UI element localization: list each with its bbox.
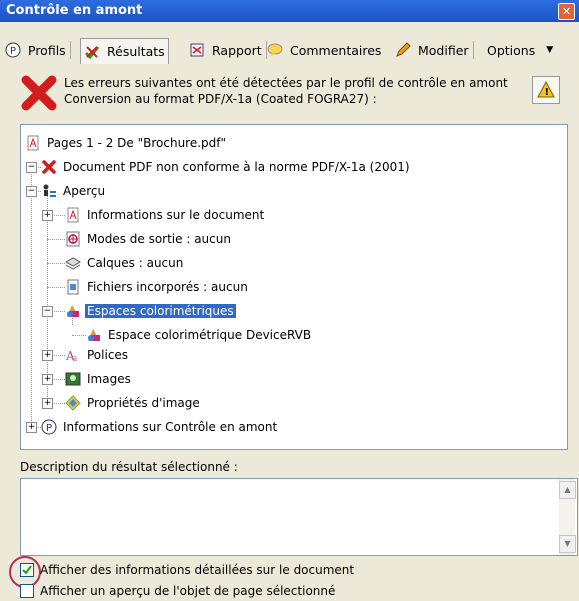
tab-label: Commentaires (290, 42, 382, 58)
tree-node-nonconform[interactable]: Document PDF non conforme à la norme PDF… (41, 158, 412, 176)
tree-node-output-modes[interactable]: Modes de sortie : aucun (65, 230, 233, 248)
scroll-down-button[interactable]: ▼ (559, 535, 576, 553)
layers-icon (65, 257, 81, 270)
profile-icon: P (5, 42, 21, 58)
image-icon (65, 372, 81, 386)
description-label: Description du résultat sélectionné : (20, 460, 238, 474)
scroll-up-button[interactable]: ▲ (559, 481, 576, 499)
tab-resultats[interactable]: Résultats (80, 38, 169, 64)
expand-toggle[interactable]: + (26, 422, 37, 433)
checkbox-label: Afficher des informations détaillées sur… (40, 563, 355, 577)
collapse-toggle[interactable]: − (42, 306, 53, 317)
diamond-icon (65, 395, 81, 411)
close-button[interactable]: ✕ (558, 3, 575, 20)
results-tree[interactable]: − − + − + + + + Pages 1 - 2 De "Brochure… (20, 124, 568, 450)
expand-toggle[interactable]: + (42, 210, 53, 221)
colorspace-icon (67, 305, 79, 317)
tab-rapport[interactable]: Rapport (186, 38, 267, 62)
svg-text:P: P (10, 46, 16, 57)
collapse-toggle[interactable]: − (26, 186, 37, 197)
expand-toggle[interactable]: + (42, 398, 53, 409)
pencil-icon (396, 42, 411, 57)
tree-node-image-properties[interactable]: Propriétés d'image (65, 394, 202, 412)
tab-label: Options (487, 42, 536, 58)
warning-button[interactable]: ! (532, 76, 560, 104)
output-icon (66, 231, 80, 247)
tab-profils[interactable]: P Profils (2, 38, 71, 62)
profile-icon: P (41, 419, 57, 435)
tab-options[interactable]: Options ▼ (484, 38, 556, 62)
warning-icon: ! (537, 81, 555, 98)
chevron-down-icon: ▼ (546, 45, 554, 55)
tree-node-pages[interactable]: Pages 1 - 2 De "Brochure.pdf" (25, 134, 228, 152)
tree-node-preflight-info[interactable]: P Informations sur Contrôle en amont (41, 418, 279, 436)
tab-label: Résultats (107, 44, 165, 59)
tree-node-document-info[interactable]: Informations sur le document (65, 206, 266, 224)
error-message: Les erreurs suivantes ont été détectées … (20, 70, 560, 114)
tab-label: Modifier (418, 42, 469, 58)
tree-node-devicergb[interactable]: Espace colorimétrique DeviceRVB (86, 326, 313, 344)
check-icon (22, 565, 32, 575)
error-x-icon (21, 75, 57, 111)
expand-toggle[interactable]: + (42, 374, 53, 385)
svg-text:a: a (72, 354, 78, 363)
tab-bar: P Profils Résultats Rapport Commentaires… (2, 38, 577, 64)
message-line-2: Conversion au format PDF/X-1a (Coated FO… (64, 92, 377, 106)
tree-node-apercu[interactable]: Aperçu (41, 182, 107, 200)
tree-node-embedded-files[interactable]: Fichiers incorporés : aucun (65, 278, 250, 296)
comments-icon (267, 43, 283, 57)
tree-node-colorspaces[interactable]: Espaces colorimétriques (65, 302, 236, 320)
report-icon (190, 43, 204, 57)
tab-label: Rapport (212, 42, 262, 58)
colorspace-icon (88, 329, 100, 341)
collapse-toggle[interactable]: − (26, 162, 37, 173)
font-icon: Aa (65, 349, 78, 363)
tree-node-layers[interactable]: Calques : aucun (65, 254, 185, 272)
message-line-1: Les erreurs suivantes ont été détectées … (64, 76, 508, 90)
show-details-checkbox[interactable]: Afficher des informations détaillées sur… (20, 561, 354, 579)
checkbox-label: Afficher un aperçu de l'objet de page sé… (40, 584, 336, 598)
tree-node-images[interactable]: Images (65, 370, 133, 388)
show-preview-checkbox[interactable]: Afficher un aperçu de l'objet de page sé… (20, 582, 335, 600)
svg-text:!: ! (545, 87, 550, 98)
checkbox[interactable] (20, 584, 34, 598)
svg-text:P: P (46, 423, 52, 434)
pdf-icon (67, 207, 79, 223)
pdf-icon (27, 135, 39, 151)
description-box[interactable]: ▲ ▼ (20, 478, 578, 556)
scrollbar[interactable]: ▲ ▼ (559, 479, 576, 555)
overview-icon (43, 184, 56, 197)
title-bar: Contrôle en amont ✕ (0, 0, 579, 22)
results-icon (84, 45, 100, 59)
tab-label: Profils (28, 42, 66, 58)
checkbox[interactable] (20, 563, 34, 577)
tree-node-fonts[interactable]: Aa Polices (65, 346, 130, 364)
tab-modifier[interactable]: Modifier (392, 38, 474, 62)
file-icon (67, 279, 79, 295)
tab-commentaires[interactable]: Commentaires (264, 38, 384, 62)
error-x-icon (42, 160, 56, 174)
expand-toggle[interactable]: + (42, 350, 53, 361)
window-title: Contrôle en amont (6, 3, 143, 18)
